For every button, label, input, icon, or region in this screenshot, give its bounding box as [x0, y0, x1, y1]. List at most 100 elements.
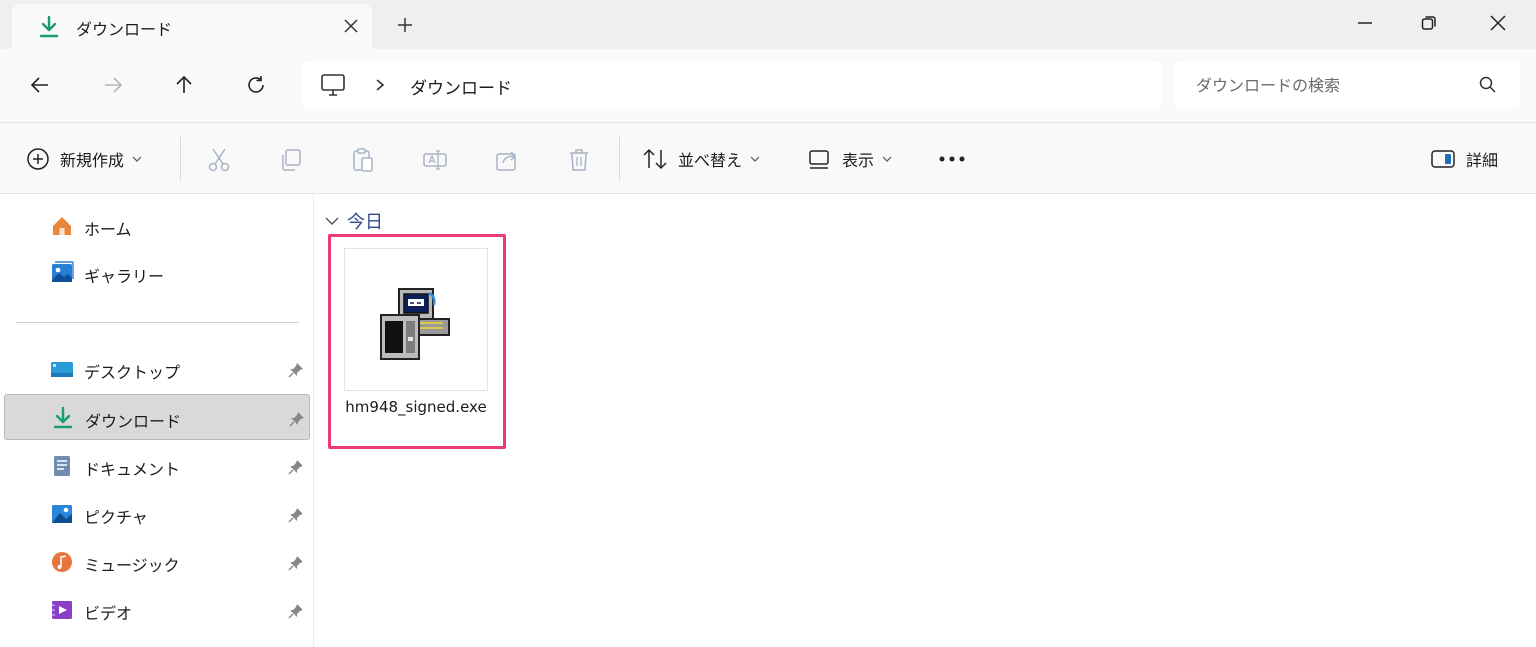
scissors-icon — [208, 148, 230, 172]
pin-icon[interactable] — [288, 459, 304, 475]
refresh-icon — [248, 76, 264, 93]
plus-icon — [398, 18, 412, 32]
sidebar-item-label: ダウンロード — [85, 412, 182, 431]
search-icon[interactable] — [1478, 75, 1498, 95]
new-tab-button[interactable] — [392, 12, 418, 38]
file-name: hm948_signed.exe — [345, 398, 487, 416]
pin-icon[interactable] — [289, 411, 305, 427]
computer-icon — [321, 74, 345, 96]
plus-circle-icon — [27, 148, 49, 170]
more-options-button[interactable] — [938, 123, 966, 195]
tab-downloads[interactable]: ダウンロード — [12, 4, 372, 49]
restore-button[interactable] — [1416, 10, 1442, 36]
rename-icon — [423, 150, 447, 170]
share-icon — [496, 151, 517, 171]
chevron-right-icon[interactable] — [372, 73, 388, 97]
group-header-today[interactable]: 今日 — [325, 208, 383, 234]
pin-icon[interactable] — [288, 362, 304, 378]
details-pane-icon — [1431, 150, 1455, 168]
address-row: ダウンロード — [0, 49, 1536, 122]
chevron-down-icon — [750, 156, 760, 162]
delete-button[interactable] — [566, 147, 592, 173]
music-icon — [52, 552, 72, 572]
sidebar-item-videos[interactable]: ビデオ — [4, 587, 310, 633]
paste-button[interactable] — [350, 147, 376, 173]
breadcrumb-downloads[interactable]: ダウンロード — [410, 74, 512, 99]
details-button-label: 詳細 — [1466, 151, 1499, 170]
sidebar-item-label: ピクチャ — [84, 508, 148, 527]
navigation-pane: ホーム ギャラリー デスクトップ ダウンロード ドキュメント ピクチャ ミュージ… — [0, 194, 314, 647]
sidebar-item-documents[interactable]: ドキュメント — [4, 443, 310, 489]
minimize-icon — [1358, 22, 1372, 24]
sidebar-divider — [16, 322, 299, 323]
tab-close-button[interactable] — [340, 15, 362, 37]
video-icon — [52, 601, 72, 619]
sidebar-item-label: ミュージック — [84, 556, 180, 575]
chevron-down-icon — [325, 217, 339, 225]
copy-icon — [282, 149, 301, 171]
cut-button[interactable] — [206, 147, 232, 173]
home-icon — [53, 217, 71, 235]
refresh-button[interactable] — [240, 69, 272, 101]
download-icon — [39, 15, 59, 38]
view-button-label: 表示 — [842, 151, 875, 170]
tab-title: ダウンロード — [76, 20, 173, 39]
title-bar: ダウンロード — [0, 0, 1536, 49]
paste-icon — [353, 148, 373, 172]
up-button[interactable] — [168, 69, 200, 101]
gallery-icon — [52, 261, 74, 282]
restore-icon — [1421, 16, 1436, 30]
share-button[interactable] — [494, 147, 520, 173]
rename-button[interactable] — [422, 147, 448, 173]
close-icon — [344, 19, 358, 33]
search-input[interactable] — [1174, 61, 1474, 109]
arrow-left-icon — [30, 77, 48, 93]
toolbar-divider — [180, 137, 181, 181]
pin-icon[interactable] — [288, 507, 304, 523]
chevron-down-icon — [132, 156, 142, 162]
sidebar-item-label: ドキュメント — [84, 460, 181, 479]
close-window-button[interactable] — [1485, 10, 1511, 36]
sidebar-item-label: ホーム — [84, 220, 132, 239]
file-thumbnail[interactable] — [344, 248, 488, 391]
sidebar-item-label: デスクトップ — [84, 363, 181, 382]
search-box[interactable] — [1174, 61, 1520, 109]
back-button[interactable] — [24, 69, 56, 101]
copy-button[interactable] — [278, 147, 304, 173]
pictures-icon — [52, 505, 72, 523]
sidebar-item-downloads[interactable]: ダウンロード — [4, 394, 310, 440]
address-bar[interactable]: ダウンロード — [302, 61, 1162, 109]
minimize-button[interactable] — [1352, 10, 1378, 36]
sidebar-item-pictures[interactable]: ピクチャ — [4, 491, 310, 537]
arrow-up-icon — [176, 75, 192, 93]
desktop-icon — [51, 362, 73, 377]
installer-icon — [380, 288, 450, 360]
group-header-label: 今日 — [347, 212, 383, 233]
pin-icon[interactable] — [288, 603, 304, 619]
chevron-down-icon — [882, 156, 892, 162]
command-bar: 新規作成 並べ替え 表示 詳細 — [0, 122, 1536, 194]
sort-icon — [643, 148, 667, 170]
arrow-right-icon — [105, 77, 123, 93]
view-button[interactable]: 表示 — [808, 123, 892, 195]
view-icon — [809, 150, 829, 169]
sidebar-item-home[interactable]: ホーム — [4, 203, 310, 249]
sidebar-item-music[interactable]: ミュージック — [4, 539, 310, 585]
file-item[interactable]: hm948_signed.exe — [344, 248, 488, 434]
document-icon — [54, 456, 70, 476]
sort-button[interactable]: 並べ替え — [642, 123, 760, 195]
sidebar-item-label: ビデオ — [84, 604, 133, 623]
close-icon — [1490, 15, 1506, 31]
more-icon — [939, 156, 965, 162]
forward-button[interactable] — [97, 69, 129, 101]
pin-icon[interactable] — [288, 555, 304, 571]
sidebar-item-desktop[interactable]: デスクトップ — [4, 346, 310, 392]
sort-button-label: 並べ替え — [678, 151, 743, 170]
toolbar-divider — [619, 137, 620, 181]
trash-icon — [570, 149, 588, 171]
sidebar-item-gallery[interactable]: ギャラリー — [4, 250, 310, 296]
new-button-label: 新規作成 — [60, 151, 125, 170]
details-button[interactable]: 詳細 — [1430, 123, 1498, 195]
download-icon — [53, 406, 73, 429]
new-button[interactable]: 新規作成 — [26, 123, 142, 195]
